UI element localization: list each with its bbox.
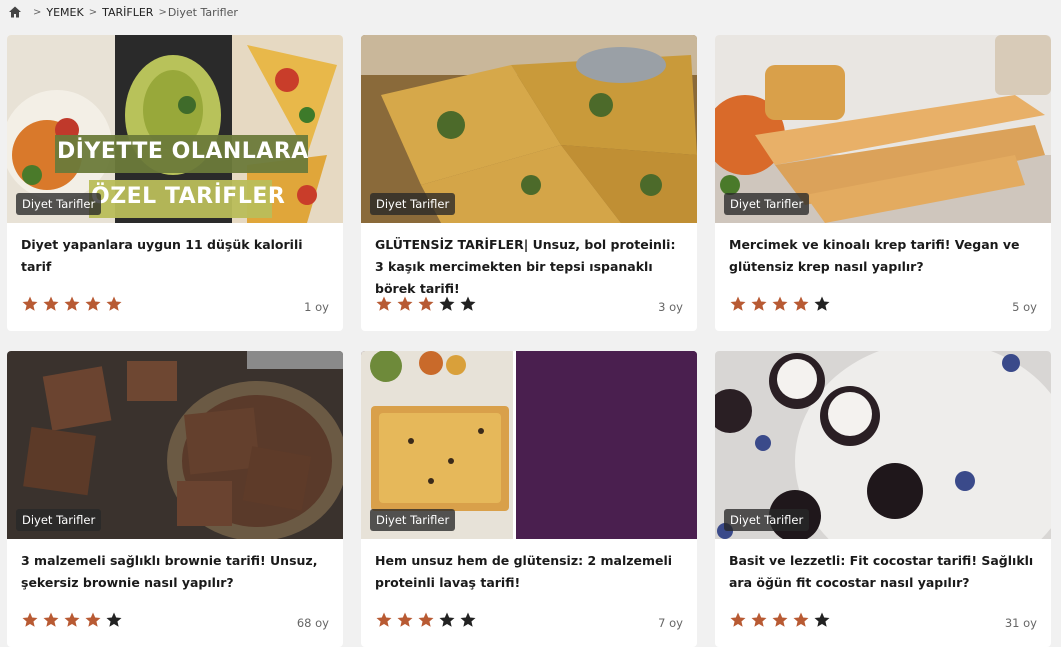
- vote-count: 1 oy: [304, 300, 329, 314]
- overlay-title-line2: ÖZEL TARİFLER: [91, 184, 286, 209]
- star-filled-icon[interactable]: [771, 611, 789, 629]
- recipe-title[interactable]: Hem unsuz hem de glütensiz: 2 malzemeli …: [375, 550, 687, 594]
- vote-count: 3 oy: [658, 300, 683, 314]
- breadcrumb: > YEMEK > TARİFLER > Diyet Tarifler: [8, 4, 238, 20]
- recipe-image[interactable]: DİYETTE OLANLARA ÖZEL TARİFLER Diyet Tar…: [7, 35, 343, 223]
- star-filled-icon[interactable]: [792, 611, 810, 629]
- star-filled-icon[interactable]: [105, 295, 123, 313]
- rating-stars[interactable]: [729, 611, 831, 629]
- vote-count: 7 oy: [658, 616, 683, 630]
- category-badge[interactable]: Diyet Tarifler: [724, 193, 810, 215]
- breadcrumb-link-yemek[interactable]: YEMEK: [46, 6, 83, 19]
- recipe-card[interactable]: Diyet Tarifler Basit ve lezzetli: Fit co…: [715, 351, 1051, 647]
- breadcrumb-link-tarifler[interactable]: TARİFLER: [102, 6, 153, 19]
- star-filled-icon[interactable]: [750, 295, 768, 313]
- star-filled-icon[interactable]: [396, 611, 414, 629]
- recipe-title[interactable]: 3 malzemeli sağlıklı brownie tarifi! Uns…: [21, 550, 333, 594]
- star-filled-icon[interactable]: [21, 611, 39, 629]
- star-filled-icon[interactable]: [729, 295, 747, 313]
- star-filled-icon[interactable]: [21, 295, 39, 313]
- star-filled-icon[interactable]: [42, 295, 60, 313]
- star-empty-icon[interactable]: [813, 295, 831, 313]
- breadcrumb-current: Diyet Tarifler: [167, 5, 238, 19]
- recipe-card[interactable]: Diyet Tarifler 3 malzemeli sağlıklı brow…: [7, 351, 343, 647]
- star-empty-icon[interactable]: [813, 611, 831, 629]
- rating-stars[interactable]: [729, 295, 831, 313]
- recipe-title[interactable]: Diyet yapanlara uygun 11 düşük kalorili …: [21, 234, 333, 278]
- recipe-image[interactable]: Diyet Tarifler: [361, 351, 697, 539]
- rating-stars[interactable]: [375, 295, 477, 313]
- recipe-image[interactable]: Diyet Tarifler: [361, 35, 697, 223]
- star-filled-icon[interactable]: [63, 611, 81, 629]
- recipe-card[interactable]: Diyet Tarifler GLÜTENSİZ TARİFLER| Unsuz…: [361, 35, 697, 331]
- star-filled-icon[interactable]: [396, 295, 414, 313]
- recipe-title[interactable]: GLÜTENSİZ TARİFLER| Unsuz, bol proteinli…: [375, 234, 687, 300]
- rating-stars[interactable]: [21, 295, 123, 313]
- recipe-image[interactable]: Diyet Tarifler: [7, 351, 343, 539]
- recipe-card[interactable]: Diyet Tarifler Hem unsuz hem de glütensi…: [361, 351, 697, 647]
- category-badge[interactable]: Diyet Tarifler: [16, 193, 102, 215]
- star-filled-icon[interactable]: [375, 611, 393, 629]
- recipe-card[interactable]: DİYETTE OLANLARA ÖZEL TARİFLER Diyet Tar…: [7, 35, 343, 331]
- recipe-title[interactable]: Basit ve lezzetli: Fit cocostar tarifi! …: [729, 550, 1041, 594]
- star-filled-icon[interactable]: [42, 611, 60, 629]
- recipe-image[interactable]: Diyet Tarifler: [715, 35, 1051, 223]
- category-badge[interactable]: Diyet Tarifler: [370, 193, 456, 215]
- star-filled-icon[interactable]: [63, 295, 81, 313]
- rating-stars[interactable]: [375, 611, 477, 629]
- star-empty-icon[interactable]: [459, 611, 477, 629]
- rating-stars[interactable]: [21, 611, 123, 629]
- star-filled-icon[interactable]: [792, 295, 810, 313]
- category-badge[interactable]: Diyet Tarifler: [370, 509, 456, 531]
- breadcrumb-separator: >: [158, 6, 167, 18]
- star-filled-icon[interactable]: [750, 611, 768, 629]
- star-empty-icon[interactable]: [105, 611, 123, 629]
- vote-count: 31 oy: [1004, 616, 1037, 630]
- star-filled-icon[interactable]: [417, 611, 435, 629]
- recipe-card[interactable]: Diyet Tarifler Mercimek ve kinoalı krep …: [715, 35, 1051, 331]
- breadcrumb-separator: >: [33, 6, 42, 18]
- star-empty-icon[interactable]: [438, 295, 456, 313]
- home-icon[interactable]: [8, 5, 22, 19]
- star-filled-icon[interactable]: [84, 611, 102, 629]
- breadcrumb-separator: >: [88, 6, 98, 18]
- star-filled-icon[interactable]: [729, 611, 747, 629]
- category-badge[interactable]: Diyet Tarifler: [724, 509, 810, 531]
- star-filled-icon[interactable]: [417, 295, 435, 313]
- star-filled-icon[interactable]: [771, 295, 789, 313]
- star-filled-icon[interactable]: [375, 295, 393, 313]
- vote-count: 68 oy: [296, 616, 329, 630]
- recipe-title[interactable]: Mercimek ve kinoalı krep tarifi! Vegan v…: [729, 234, 1041, 278]
- recipe-image[interactable]: Diyet Tarifler: [715, 351, 1051, 539]
- vote-count: 5 oy: [1012, 300, 1037, 314]
- star-filled-icon[interactable]: [84, 295, 102, 313]
- star-empty-icon[interactable]: [438, 611, 456, 629]
- overlay-title-line1: DİYETTE OLANLARA: [57, 139, 309, 164]
- star-empty-icon[interactable]: [459, 295, 477, 313]
- category-badge[interactable]: Diyet Tarifler: [16, 509, 102, 531]
